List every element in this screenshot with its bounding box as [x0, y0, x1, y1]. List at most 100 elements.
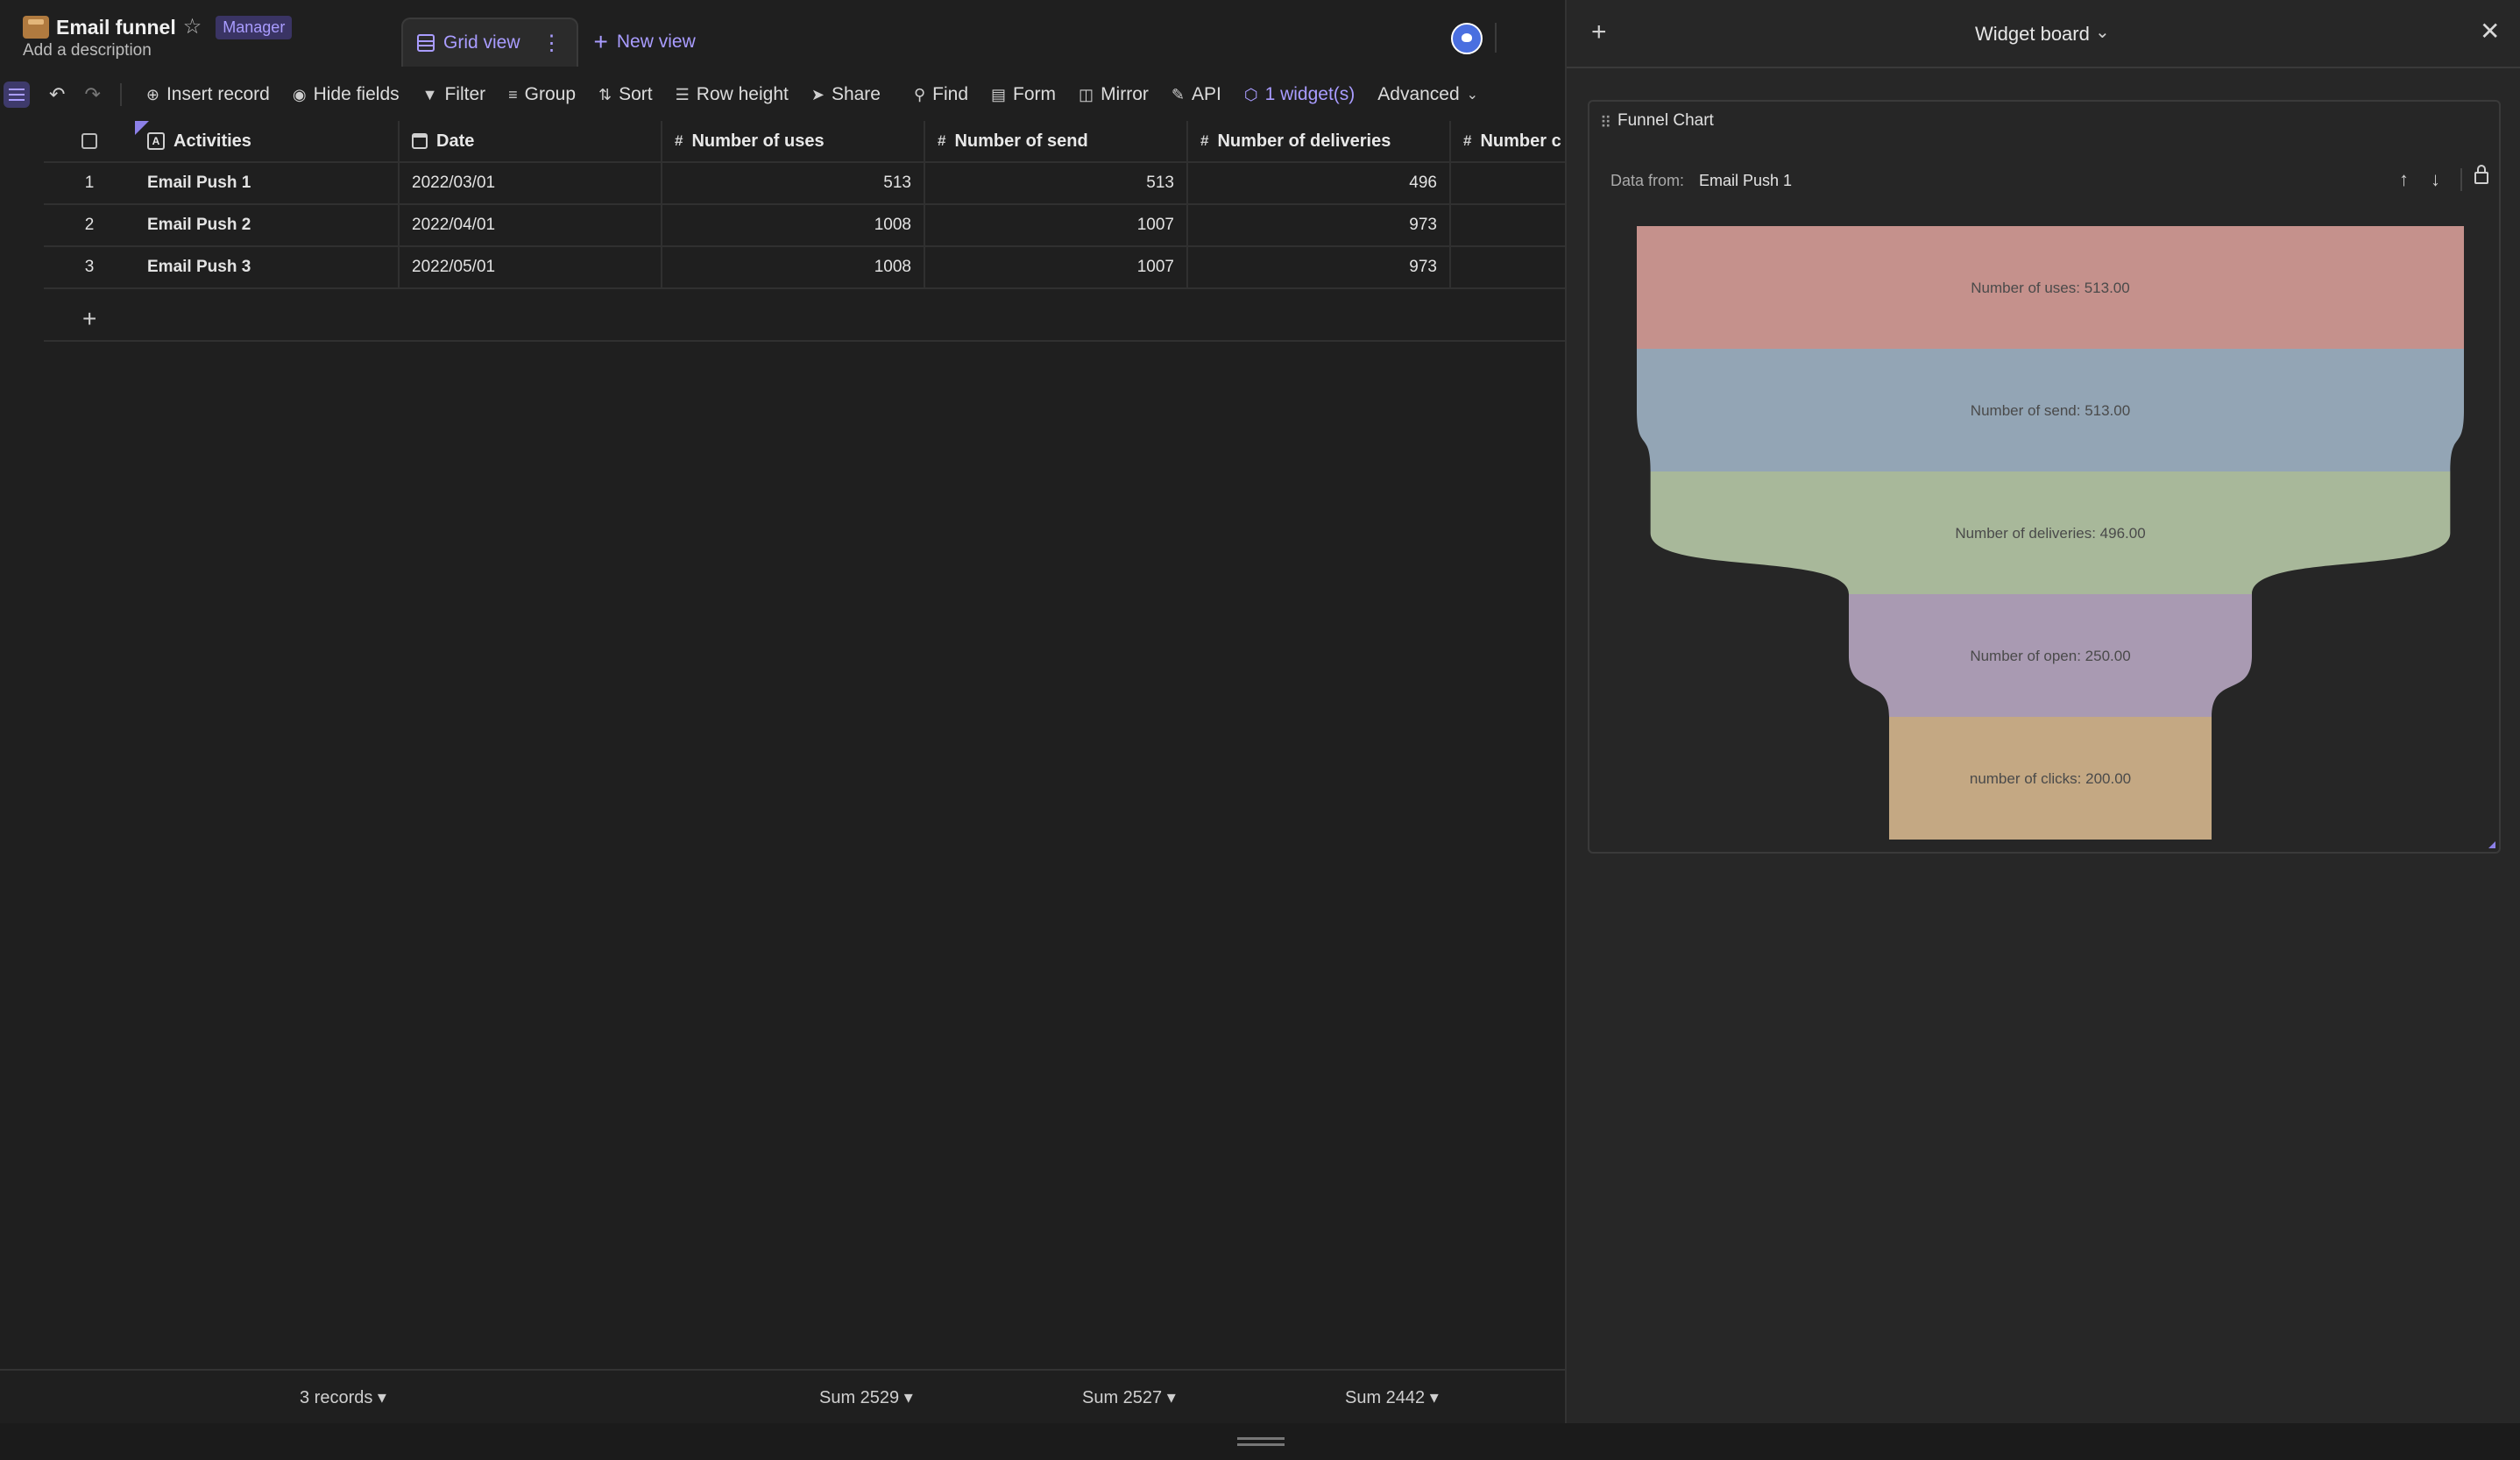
- sort-icon: ⇅: [598, 85, 612, 103]
- row-index: 2: [84, 216, 95, 234]
- widget-board-title[interactable]: Widget board: [1975, 23, 2090, 46]
- date-cell[interactable]: 2022/03/01: [400, 163, 662, 203]
- undo-button[interactable]: ↶: [49, 83, 65, 106]
- eye-icon: ◉: [292, 85, 307, 103]
- filter-button[interactable]: ▼ Filter: [422, 84, 486, 105]
- column-header-label: Activities: [173, 131, 251, 151]
- deliveries-cell[interactable]: 973: [1188, 205, 1451, 245]
- column-header-deliveries[interactable]: # Number of deliveries: [1188, 121, 1451, 161]
- uses-cell[interactable]: 1008: [662, 247, 925, 287]
- select-all-checkbox[interactable]: [81, 133, 97, 149]
- more-vertical-icon[interactable]: ⋮: [542, 31, 563, 56]
- column-header-activities[interactable]: A Activities: [135, 121, 400, 161]
- redo-button[interactable]: ↷: [84, 83, 100, 106]
- add-widget-icon[interactable]: +: [1591, 19, 1607, 46]
- insert-record-label: Insert record: [166, 84, 270, 104]
- record-count[interactable]: 3 records ▾: [300, 1386, 386, 1408]
- divider: [1495, 23, 1497, 53]
- send-cell[interactable]: 1007: [925, 247, 1188, 287]
- view-tabs: Grid view ⋮ + New view: [401, 18, 711, 67]
- column-header-label: Date: [436, 131, 475, 151]
- arrow-up-icon[interactable]: ↑: [2399, 168, 2409, 191]
- mirror-button[interactable]: ◫ Mirror: [1079, 84, 1149, 105]
- tab-grid-view[interactable]: Grid view ⋮: [401, 18, 578, 67]
- calendar-icon: [412, 133, 428, 149]
- filter-icon: ▼: [421, 85, 438, 103]
- funnel-segment-label: Number of deliveries: 496.00: [1955, 525, 2145, 542]
- grid-view-icon: [417, 34, 435, 52]
- select-all-cell[interactable]: [44, 121, 135, 161]
- column-header-truncated[interactable]: # Number c: [1451, 121, 1565, 161]
- widgets-button[interactable]: ⬡ 1 widget(s): [1244, 84, 1355, 105]
- table-row[interactable]: 1 Email Push 1 2022/03/01 513 513 496: [44, 163, 1565, 205]
- table-row[interactable]: 2 Email Push 2 2022/04/01 1008 1007 973: [44, 205, 1565, 247]
- group-button[interactable]: ≡ Group: [508, 84, 576, 105]
- date-cell[interactable]: 2022/05/01: [400, 247, 662, 287]
- column-header-label: Number of uses: [691, 131, 825, 151]
- number-field-icon: #: [1200, 132, 1209, 149]
- truncated-cell[interactable]: [1451, 205, 1565, 245]
- uses-cell[interactable]: 513: [662, 163, 925, 203]
- drag-handle-icon[interactable]: ⠿: [1600, 114, 1611, 132]
- date-cell[interactable]: 2022/04/01: [400, 205, 662, 245]
- mirror-label: Mirror: [1101, 84, 1149, 104]
- new-view-button[interactable]: + New view: [578, 18, 711, 67]
- close-icon[interactable]: ✕: [2480, 19, 2500, 44]
- arrow-down-icon[interactable]: ↓: [2431, 168, 2440, 191]
- form-icon: ▤: [991, 85, 1007, 103]
- sheet-logo-icon: [23, 16, 49, 39]
- row-height-button[interactable]: ☰ Row height: [676, 84, 789, 105]
- column-header-send[interactable]: # Number of send: [925, 121, 1188, 161]
- insert-record-button[interactable]: ⊕ Insert record: [146, 84, 270, 105]
- find-label: Find: [932, 84, 969, 104]
- resize-corner-icon[interactable]: [2488, 841, 2495, 848]
- find-button[interactable]: ⚲ Find: [914, 84, 968, 105]
- funnel-segment-label: Number of send: 513.00: [1971, 402, 2130, 419]
- funnel-segment-label: number of clicks: 200.00: [1970, 770, 2131, 787]
- deliveries-cell[interactable]: 973: [1188, 247, 1451, 287]
- uses-cell[interactable]: 1008: [662, 205, 925, 245]
- sheet-title[interactable]: Email funnel: [56, 16, 176, 39]
- api-button[interactable]: ✎ API: [1172, 84, 1221, 105]
- group-icon: ≡: [508, 85, 518, 103]
- share-label: Share: [831, 84, 881, 104]
- truncated-cell[interactable]: [1451, 247, 1565, 287]
- truncated-cell[interactable]: [1451, 163, 1565, 203]
- table-row[interactable]: 3 Email Push 3 2022/05/01 1008 1007 973: [44, 247, 1565, 289]
- widget-title: Funnel Chart: [1617, 111, 1714, 130]
- activity-cell[interactable]: Email Push 3: [135, 247, 400, 287]
- sidebar-toggle-icon[interactable]: [4, 82, 30, 108]
- add-row-button[interactable]: +: [44, 298, 1565, 342]
- number-field-icon: #: [1463, 132, 1472, 149]
- sheet-description[interactable]: Add a description: [23, 41, 152, 60]
- column-header-uses[interactable]: # Number of uses: [662, 121, 925, 161]
- data-from-value: Email Push 1: [1699, 172, 1793, 189]
- redo-icon: ↷: [84, 83, 101, 105]
- send-cell[interactable]: 1007: [925, 205, 1188, 245]
- share-button[interactable]: ➤ Share: [811, 84, 881, 105]
- form-button[interactable]: ▤ Form: [991, 84, 1056, 105]
- sum-send[interactable]: Sum 2527 ▾: [1082, 1386, 1176, 1408]
- send-icon: ➤: [811, 85, 825, 103]
- row-index: 1: [84, 174, 95, 192]
- chevron-down-icon[interactable]: ⌄: [2095, 21, 2110, 43]
- lock-icon[interactable]: [2474, 165, 2488, 184]
- advanced-button[interactable]: Advanced ⌄: [1377, 84, 1478, 105]
- avatar[interactable]: [1451, 23, 1483, 54]
- column-header-date[interactable]: Date: [400, 121, 662, 161]
- star-icon[interactable]: ☆: [183, 17, 202, 38]
- divider: [2460, 168, 2462, 191]
- plus-icon: +: [82, 305, 97, 332]
- advanced-label: Advanced: [1377, 84, 1460, 104]
- hide-fields-button[interactable]: ◉ Hide fields: [293, 84, 400, 105]
- activity-cell[interactable]: Email Push 2: [135, 205, 400, 245]
- sum-deliveries[interactable]: Sum 2442 ▾: [1345, 1386, 1439, 1408]
- resize-handle-icon[interactable]: [1237, 1437, 1285, 1446]
- deliveries-cell[interactable]: 496: [1188, 163, 1451, 203]
- activity-cell[interactable]: Email Push 1: [135, 163, 400, 203]
- sum-uses[interactable]: Sum 2529 ▾: [819, 1386, 913, 1408]
- column-header-label: Number of send: [954, 131, 1088, 151]
- row-height-label: Row height: [696, 84, 789, 104]
- sort-button[interactable]: ⇅ Sort: [598, 84, 653, 105]
- send-cell[interactable]: 513: [925, 163, 1188, 203]
